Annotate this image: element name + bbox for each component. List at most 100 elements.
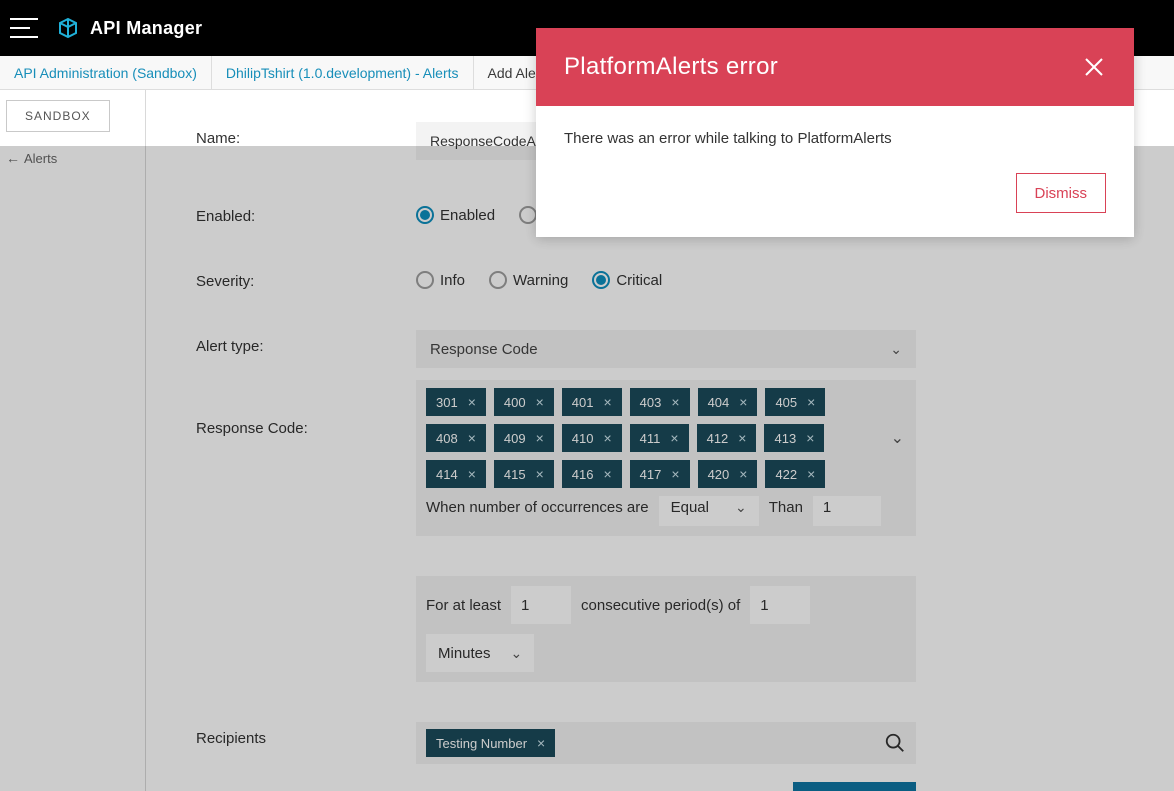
response-code-tag: 413 ×	[764, 424, 824, 452]
alert-type-select[interactable]: Response Code ⌄	[416, 330, 916, 368]
response-code-tag: 420×	[698, 460, 758, 488]
radio-icon	[489, 271, 507, 289]
radio-info[interactable]: Info	[416, 271, 465, 289]
than-label: Than	[769, 499, 803, 516]
remove-tag-icon[interactable]: ×	[603, 466, 611, 482]
close-icon[interactable]	[1082, 55, 1106, 79]
response-code-tag: 404 ×	[698, 388, 758, 416]
dialog-title: PlatformAlerts error	[564, 53, 778, 81]
response-code-tag: 412×	[697, 424, 757, 452]
response-code-tag: 417 ×	[630, 460, 690, 488]
remove-tag-icon[interactable]: ×	[603, 430, 611, 446]
remove-tag-icon[interactable]: ×	[670, 430, 678, 446]
period-row: For at least 1 consecutive period(s) of …	[416, 576, 916, 682]
dismiss-button[interactable]: Dismiss	[1016, 173, 1107, 213]
tag-label: 411	[640, 431, 661, 446]
period-count-input[interactable]: 1	[511, 586, 571, 624]
response-code-tag: 409 ×	[494, 424, 554, 452]
chevron-down-icon[interactable]: ⌄	[891, 428, 904, 448]
remove-tag-icon[interactable]: ×	[671, 466, 679, 482]
remove-tag-icon[interactable]: ×	[807, 394, 815, 410]
breadcrumb-item[interactable]: API Administration (Sandbox)	[0, 56, 212, 89]
response-code-label: Response Code:	[196, 380, 416, 437]
response-code-tag: 405 ×	[765, 388, 825, 416]
remove-tag-icon[interactable]: ×	[739, 466, 747, 482]
remove-tag-icon[interactable]: ×	[468, 466, 476, 482]
radio-icon	[416, 206, 434, 224]
tag-label: Testing Number	[436, 736, 527, 751]
response-code-multiselect[interactable]: ⌄ 301×400×401×403×404×405×408×409×410×41…	[416, 380, 916, 496]
response-code-tag: 410 ×	[562, 424, 622, 452]
radio-enabled[interactable]: Enabled	[416, 206, 495, 224]
remove-tag-icon[interactable]: ×	[806, 430, 814, 446]
enabled-label: Enabled:	[196, 200, 416, 225]
dialog-footer: Dismiss	[536, 157, 1134, 237]
remove-tag-icon[interactable]: ×	[739, 394, 747, 410]
radio-icon	[519, 206, 537, 224]
app-title: API Manager	[90, 18, 202, 39]
period-value-input[interactable]: 1	[750, 586, 810, 624]
back-to-alerts[interactable]: ← Alerts	[6, 150, 139, 166]
create-alert-button[interactable]: Create Alert	[793, 782, 916, 791]
select-value: Response Code	[430, 341, 538, 358]
remove-tag-icon[interactable]: ×	[536, 466, 544, 482]
response-code-tag: 416 ×	[562, 460, 622, 488]
recipients-input[interactable]: Testing Number ×	[416, 722, 916, 764]
radio-warning[interactable]: Warning	[489, 271, 568, 289]
tag-label: 416	[572, 467, 594, 482]
response-code-tag: 408 ×	[426, 424, 486, 452]
response-code-tag: 422 ×	[765, 460, 825, 488]
tag-label: 408	[436, 431, 458, 446]
remove-tag-icon[interactable]: ×	[537, 735, 545, 751]
remove-tag-icon[interactable]: ×	[738, 430, 746, 446]
period-unit-select[interactable]: Minutes ⌄	[426, 634, 534, 672]
tag-label: 417	[640, 467, 662, 482]
tag-label: 400	[504, 395, 526, 410]
response-code-tag: 415×	[494, 460, 554, 488]
remove-tag-icon[interactable]: ×	[468, 430, 476, 446]
chevron-down-icon: ⌄	[735, 499, 747, 516]
alert-type-label: Alert type:	[196, 330, 416, 355]
tag-label: 405	[775, 395, 797, 410]
tag-label: 413	[774, 431, 796, 446]
period-spacer	[196, 576, 416, 584]
remove-tag-icon[interactable]: ×	[468, 394, 476, 410]
remove-tag-icon[interactable]: ×	[807, 466, 815, 482]
select-value: Minutes	[438, 645, 491, 662]
remove-tag-icon[interactable]: ×	[671, 394, 679, 410]
sidebar: SANDBOX ← Alerts	[0, 90, 146, 791]
menu-icon[interactable]	[10, 18, 38, 38]
response-code-tag: 403×	[630, 388, 690, 416]
period-prefix: For at least	[426, 597, 501, 614]
radio-label: Critical	[616, 272, 662, 289]
remove-tag-icon[interactable]: ×	[603, 394, 611, 410]
chevron-down-icon: ⌄	[511, 645, 523, 662]
remove-tag-icon[interactable]: ×	[536, 394, 544, 410]
tag-label: 409	[504, 431, 526, 446]
name-label: Name:	[196, 122, 416, 147]
period-middle: consecutive period(s) of	[581, 597, 740, 614]
tag-label: 404	[708, 395, 730, 410]
response-code-tag: 414×	[426, 460, 486, 488]
logo-icon	[56, 16, 80, 40]
condition-prefix: When number of occurrences are	[426, 499, 649, 516]
response-code-tag: 401 ×	[562, 388, 622, 416]
radio-label: Warning	[513, 272, 568, 289]
radio-label: Enabled	[440, 207, 495, 224]
error-dialog: PlatformAlerts error There was an error …	[536, 28, 1134, 237]
breadcrumb-item[interactable]: DhilipTshirt (1.0.development) - Alerts	[212, 56, 474, 89]
dialog-header: PlatformAlerts error	[536, 28, 1134, 106]
response-code-tag: 411 ×	[630, 424, 689, 452]
search-icon[interactable]	[884, 732, 906, 754]
tag-label: 410	[572, 431, 594, 446]
environment-badge: SANDBOX	[6, 100, 110, 132]
dialog-message: There was an error while talking to Plat…	[536, 106, 1134, 157]
radio-critical[interactable]: Critical	[592, 271, 662, 289]
tag-label: 422	[775, 467, 797, 482]
tag-label: 401	[572, 395, 594, 410]
recipients-label: Recipients	[196, 722, 416, 747]
severity-radio-group: Info Warning Critical	[416, 265, 1134, 289]
remove-tag-icon[interactable]: ×	[536, 430, 544, 446]
response-code-tag: 301×	[426, 388, 486, 416]
radio-icon	[592, 271, 610, 289]
